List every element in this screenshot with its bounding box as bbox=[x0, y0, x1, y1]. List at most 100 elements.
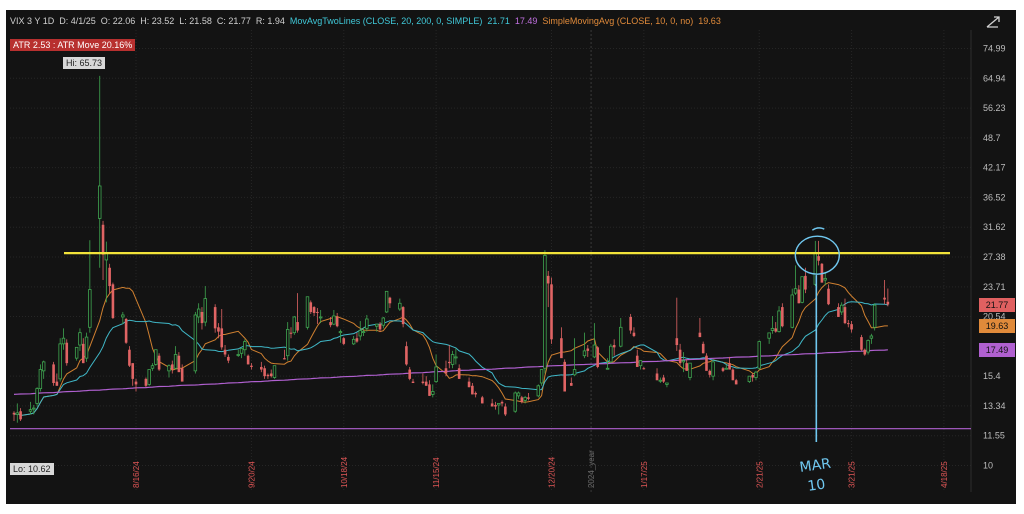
candle[interactable] bbox=[431, 384, 435, 398]
candle[interactable] bbox=[751, 373, 754, 382]
candle[interactable] bbox=[572, 338, 577, 377]
candle[interactable] bbox=[638, 360, 643, 370]
candle[interactable] bbox=[292, 315, 296, 335]
candle[interactable] bbox=[84, 332, 89, 362]
candle[interactable] bbox=[213, 304, 217, 333]
candle[interactable] bbox=[147, 369, 151, 386]
candle[interactable] bbox=[843, 298, 847, 325]
candle[interactable] bbox=[731, 368, 735, 381]
candle[interactable] bbox=[243, 339, 247, 356]
candle[interactable] bbox=[596, 346, 599, 369]
candle[interactable] bbox=[144, 377, 148, 388]
candle[interactable] bbox=[128, 346, 131, 367]
candle[interactable] bbox=[236, 349, 240, 357]
candle[interactable] bbox=[35, 387, 39, 407]
candle[interactable] bbox=[497, 403, 501, 415]
candle[interactable] bbox=[358, 321, 362, 341]
ma-two-lines-study-label[interactable]: MovAvgTwoLines (CLOSE, 20, 200, 0, SIMPL… bbox=[290, 16, 482, 26]
candle[interactable] bbox=[793, 265, 798, 295]
candle[interactable] bbox=[471, 382, 474, 395]
candle[interactable] bbox=[860, 334, 863, 351]
candle[interactable] bbox=[157, 353, 161, 371]
candle[interactable] bbox=[527, 392, 530, 401]
candle[interactable] bbox=[539, 369, 544, 386]
candle[interactable] bbox=[569, 377, 573, 386]
candle[interactable] bbox=[642, 366, 646, 370]
candle[interactable] bbox=[444, 360, 448, 377]
sma-study-label[interactable]: SimpleMovingAvg (CLOSE, 10, 0, no) bbox=[542, 16, 693, 26]
candle[interactable] bbox=[678, 343, 682, 366]
candle[interactable] bbox=[305, 296, 310, 330]
candle[interactable] bbox=[335, 312, 339, 328]
candle[interactable] bbox=[55, 373, 59, 386]
candle[interactable] bbox=[609, 343, 613, 364]
candle[interactable] bbox=[837, 303, 840, 317]
candle[interactable] bbox=[104, 241, 109, 303]
candle[interactable] bbox=[781, 303, 784, 328]
candle[interactable] bbox=[411, 378, 415, 383]
candle[interactable] bbox=[536, 384, 541, 398]
candle[interactable] bbox=[504, 403, 507, 417]
candle[interactable] bbox=[239, 348, 244, 359]
candle[interactable] bbox=[550, 277, 553, 344]
candle[interactable] bbox=[312, 306, 316, 316]
candle[interactable] bbox=[405, 341, 408, 366]
candle[interactable] bbox=[401, 306, 405, 328]
candle[interactable] bbox=[434, 354, 438, 383]
candle[interactable] bbox=[490, 398, 494, 407]
candle[interactable] bbox=[866, 339, 870, 355]
candle[interactable] bbox=[388, 296, 392, 309]
candle[interactable] bbox=[701, 341, 705, 354]
candle[interactable] bbox=[203, 286, 207, 327]
candle[interactable] bbox=[272, 365, 277, 379]
candle[interactable] bbox=[250, 363, 253, 370]
candle[interactable] bbox=[754, 370, 758, 381]
candle[interactable] bbox=[474, 391, 477, 398]
candle[interactable] bbox=[846, 320, 850, 328]
candle[interactable] bbox=[365, 314, 369, 332]
candle[interactable] bbox=[467, 377, 471, 388]
candle[interactable] bbox=[355, 332, 359, 343]
candle[interactable] bbox=[883, 280, 886, 305]
candle[interactable] bbox=[134, 378, 138, 392]
candle[interactable] bbox=[820, 263, 824, 283]
candle[interactable] bbox=[800, 276, 804, 304]
candle[interactable] bbox=[12, 411, 16, 422]
candle[interactable] bbox=[582, 332, 587, 359]
candle[interactable] bbox=[770, 315, 775, 334]
candle[interactable] bbox=[65, 339, 69, 366]
candle[interactable] bbox=[797, 285, 801, 304]
candle[interactable] bbox=[635, 349, 639, 367]
candle[interactable] bbox=[28, 401, 33, 415]
candle[interactable] bbox=[332, 310, 336, 326]
candle[interactable] bbox=[480, 395, 484, 404]
candle[interactable] bbox=[886, 288, 890, 307]
candle[interactable] bbox=[193, 311, 198, 374]
candle[interactable] bbox=[285, 322, 290, 361]
candle[interactable] bbox=[872, 303, 877, 331]
price-chart[interactable]: 74.99 64.94 56.23 48.7 42.17 36.52 31.62 27.38 2… bbox=[6, 10, 1016, 504]
candle[interactable] bbox=[711, 360, 715, 381]
candle[interactable] bbox=[101, 220, 105, 281]
candle[interactable] bbox=[260, 361, 263, 373]
candle[interactable] bbox=[839, 302, 844, 315]
candle[interactable] bbox=[74, 346, 79, 361]
candle[interactable] bbox=[408, 366, 412, 381]
candle[interactable] bbox=[450, 350, 455, 369]
candle[interactable] bbox=[863, 348, 867, 356]
candle[interactable] bbox=[170, 360, 174, 374]
candle[interactable] bbox=[52, 361, 55, 386]
candle[interactable] bbox=[734, 378, 738, 385]
chart-panel[interactable]: 74.99 64.94 56.23 48.7 42.17 36.52 31.62 27.38 2… bbox=[6, 10, 1016, 504]
candle[interactable] bbox=[516, 391, 521, 399]
candle[interactable] bbox=[283, 349, 286, 360]
candle[interactable] bbox=[698, 317, 702, 338]
candle[interactable] bbox=[220, 309, 224, 350]
candle[interactable] bbox=[200, 307, 204, 330]
candle[interactable] bbox=[424, 376, 428, 386]
candle[interactable] bbox=[381, 316, 386, 329]
candle[interactable] bbox=[177, 352, 181, 373]
candle[interactable] bbox=[428, 380, 431, 396]
candle[interactable] bbox=[124, 317, 128, 344]
candle[interactable] bbox=[351, 335, 356, 346]
